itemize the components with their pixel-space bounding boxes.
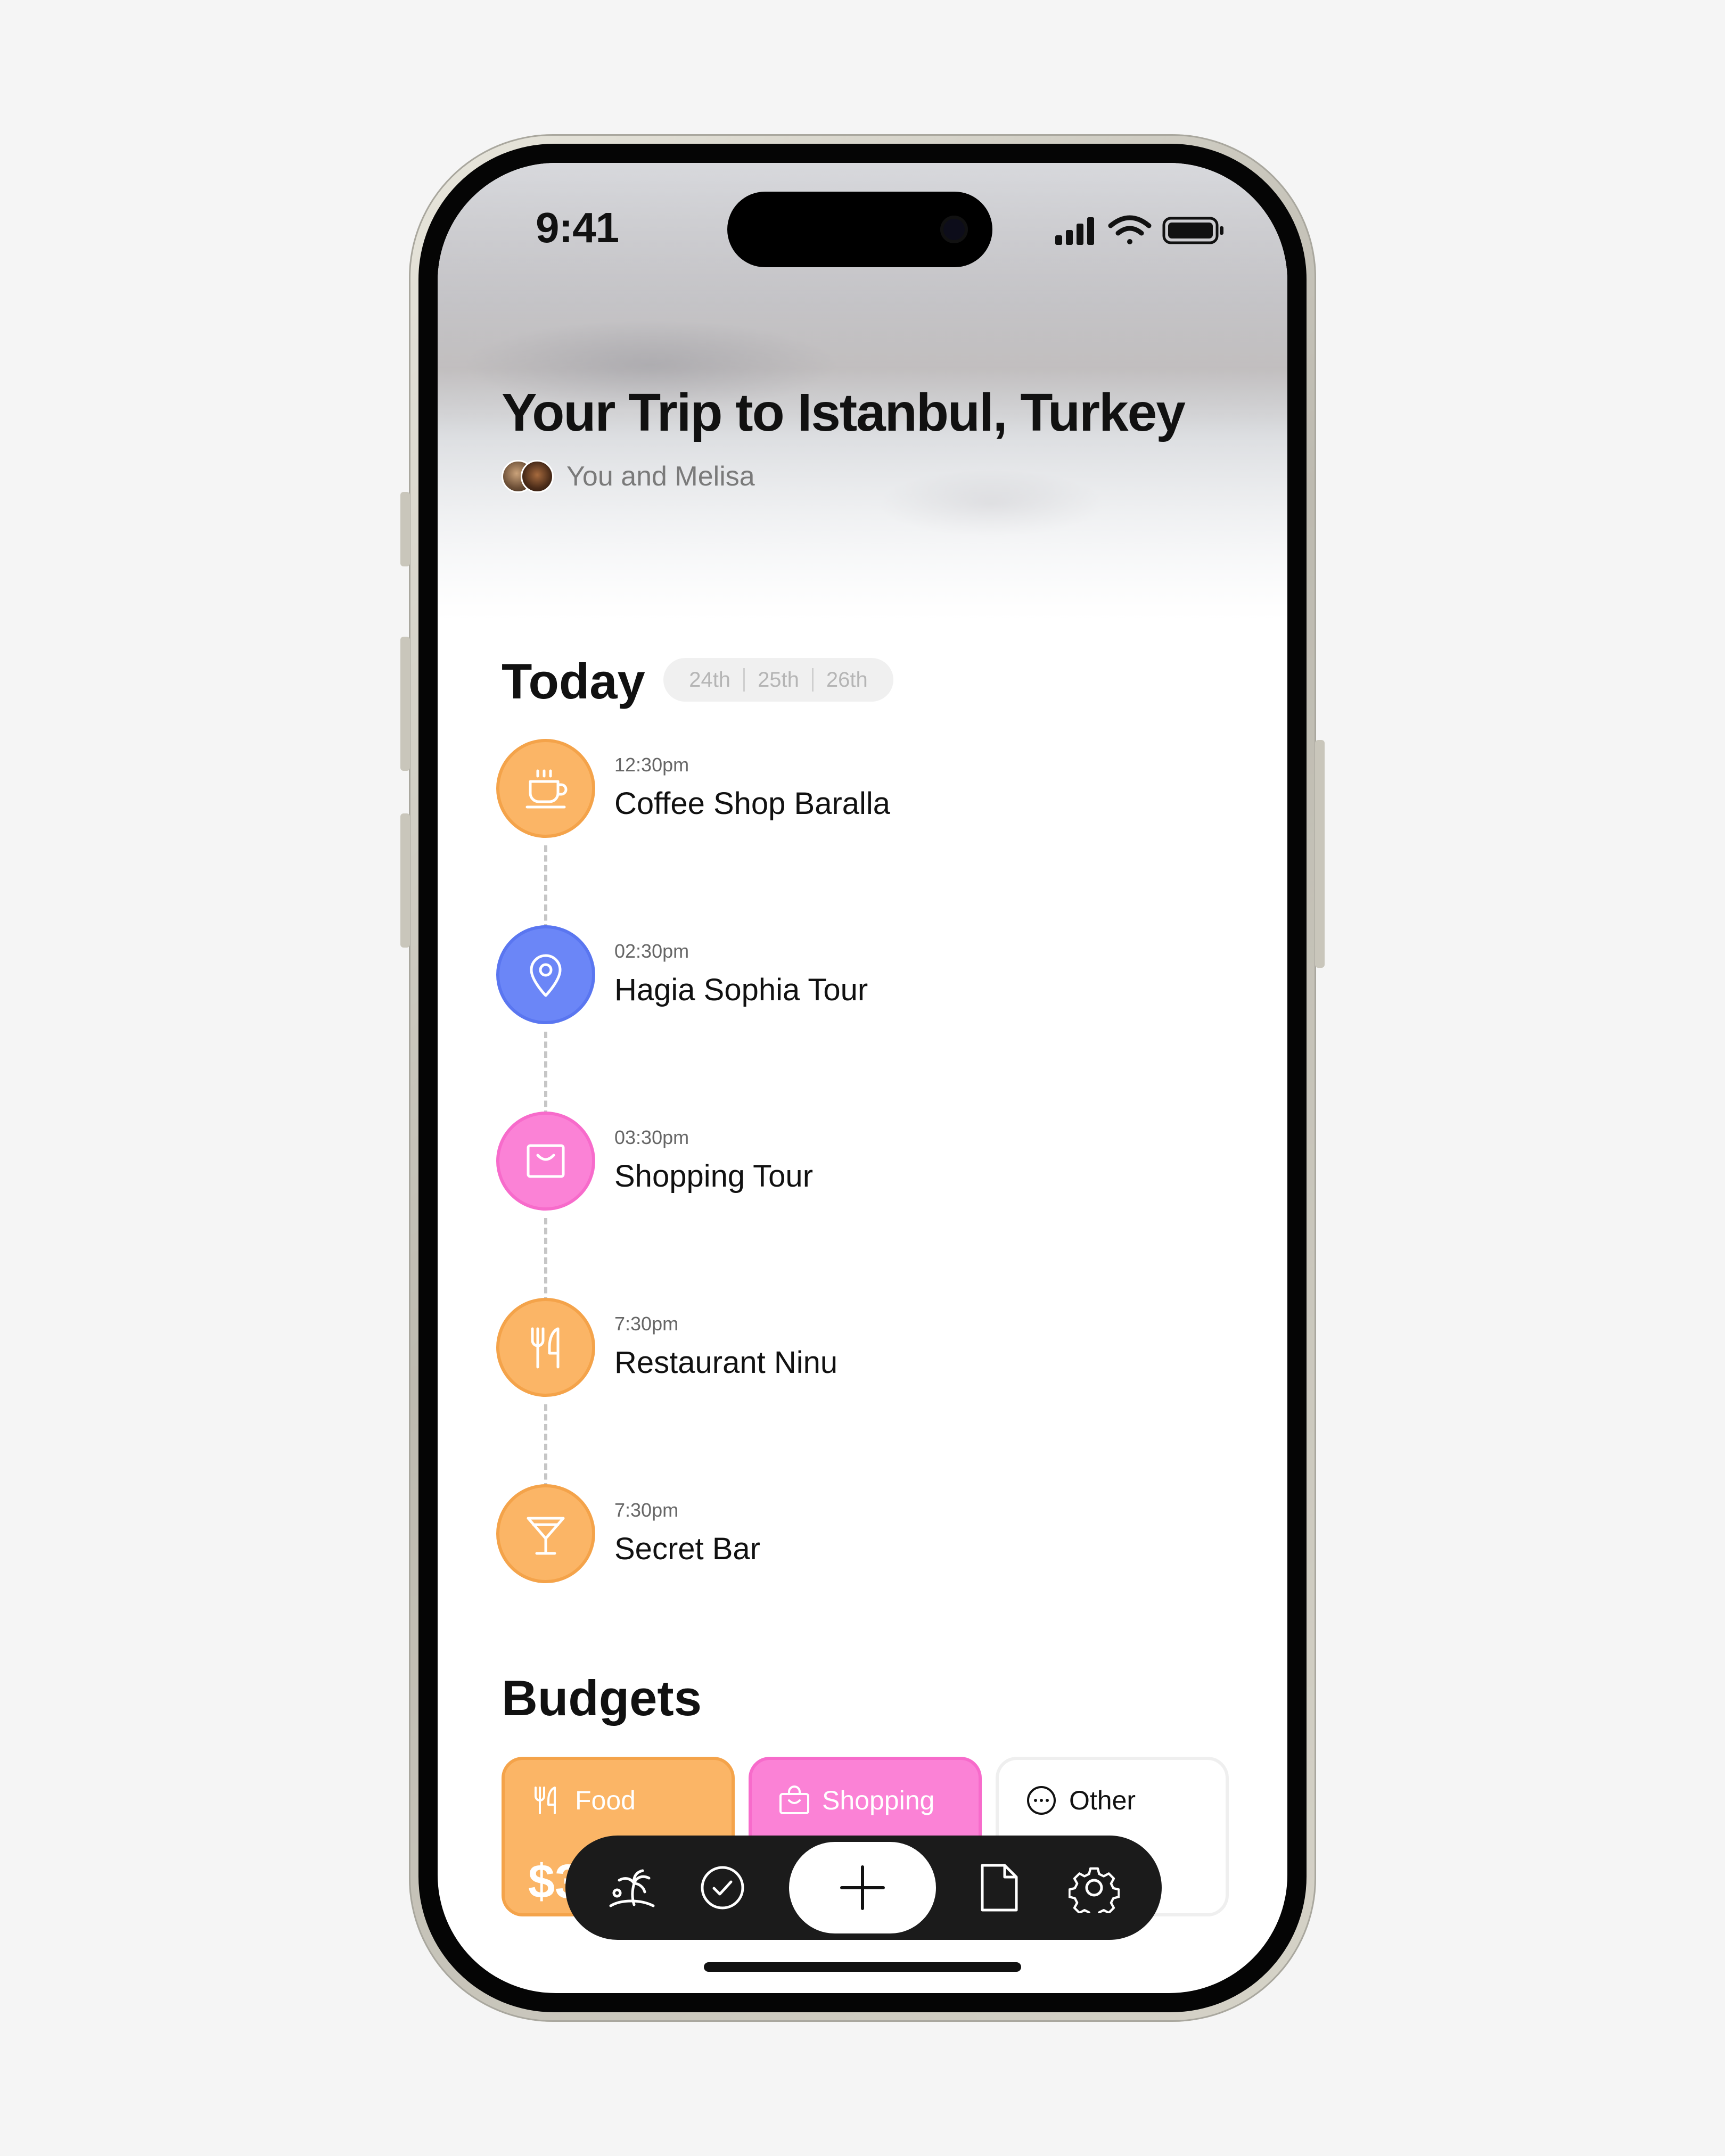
screen: 9:41 Your Trip to Istanbul, Turkey You a… (438, 163, 1287, 1993)
budgets-heading: Budgets (502, 1670, 702, 1726)
battery-icon (1162, 217, 1223, 244)
avatar (521, 460, 554, 493)
date-tab-25th[interactable]: 25th (745, 668, 812, 692)
plus-icon (840, 1865, 885, 1910)
timeline-time: 02:30pm (614, 940, 689, 962)
action-button (400, 492, 410, 566)
document-icon (981, 1864, 1018, 1912)
budget-label: Other (1069, 1785, 1136, 1815)
island-icon (609, 1869, 655, 1907)
timeline-connector (544, 1218, 547, 1303)
home-indicator (704, 1962, 1021, 1972)
timeline-connector (544, 1404, 547, 1490)
coffee-cup-icon (496, 739, 595, 838)
timeline-item-restaurant[interactable]: 7:30pm Restaurant Ninu (496, 1298, 1135, 1397)
timeline-item-hagia-sophia[interactable]: 02:30pm Hagia Sophia Tour (496, 925, 1135, 1024)
budget-label: Food (575, 1785, 636, 1815)
more-dots-icon (1025, 1784, 1057, 1819)
tab-tasks[interactable] (688, 1836, 757, 1940)
timeline-name: Coffee Shop Baralla (614, 786, 891, 821)
cocktail-icon (496, 1484, 595, 1583)
timeline-connector (544, 845, 547, 931)
timeline-name: Shopping Tour (614, 1159, 814, 1194)
volume-down-button (400, 813, 410, 948)
timeline-name: Restaurant Ninu (614, 1345, 838, 1380)
shopping-bag-icon (496, 1112, 595, 1211)
check-circle-icon (701, 1866, 744, 1910)
signal-icon (1055, 217, 1094, 245)
dynamic-island (727, 192, 992, 267)
map-pin-icon (496, 925, 595, 1024)
timeline-time: 12:30pm (614, 754, 689, 776)
timeline-item-secret-bar[interactable]: 7:30pm Secret Bar (496, 1484, 1135, 1583)
shopping-bag-icon (778, 1784, 810, 1819)
tab-settings[interactable] (1059, 1836, 1129, 1940)
timeline-time: 7:30pm (614, 1499, 679, 1521)
tab-documents[interactable] (965, 1836, 1034, 1940)
trip-title: Your Trip to Istanbul, Turkey (502, 383, 1186, 442)
volume-up-button (400, 637, 410, 771)
status-time: 9:41 (536, 204, 619, 251)
tab-bar (565, 1836, 1162, 1940)
trip-companions[interactable]: You and Melisa (502, 459, 755, 494)
tab-trips[interactable] (597, 1836, 667, 1940)
status-icons (1055, 212, 1247, 252)
timeline-item-shopping-tour[interactable]: 03:30pm Shopping Tour (496, 1112, 1135, 1211)
timeline-name: Secret Bar (614, 1532, 760, 1566)
wifi-icon (1108, 215, 1152, 244)
timeline-connector (544, 1032, 547, 1117)
gear-icon (1069, 1867, 1120, 1913)
date-tab-26th[interactable]: 26th (814, 668, 881, 692)
schedule-heading: Today (502, 653, 645, 709)
timeline-item-coffee-shop[interactable]: 12:30pm Coffee Shop Baralla (496, 739, 1135, 838)
add-button[interactable] (789, 1842, 936, 1933)
fork-knife-icon (496, 1298, 595, 1397)
timeline-time: 03:30pm (614, 1126, 689, 1148)
companions-label: You and Melisa (566, 461, 755, 492)
power-button (1315, 740, 1325, 968)
budget-label: Shopping (822, 1785, 935, 1815)
date-selector: 24th 25th 26th (663, 658, 893, 702)
date-tab-24th[interactable]: 24th (676, 668, 743, 692)
fork-knife-icon (531, 1784, 563, 1819)
front-camera (940, 216, 968, 243)
timeline-time: 7:30pm (614, 1313, 679, 1335)
timeline-name: Hagia Sophia Tour (614, 973, 868, 1007)
